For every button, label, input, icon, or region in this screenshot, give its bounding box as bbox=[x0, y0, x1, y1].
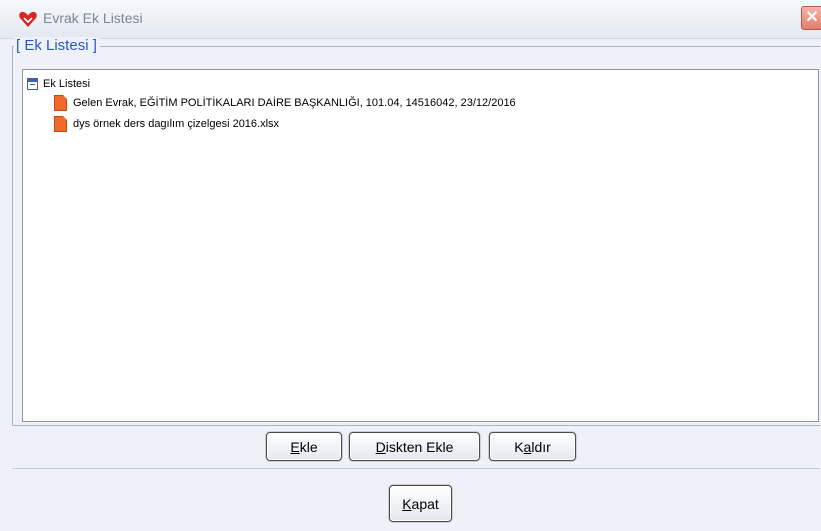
title-bar[interactable]: Evrak Ek Listesi ✕ bbox=[0, 0, 821, 39]
tree-item[interactable]: dys örnek ders dagılım çizelgesi 2016.xl… bbox=[54, 115, 279, 133]
tree-root-node[interactable]: Ek Listesi bbox=[27, 75, 90, 93]
add-button[interactable]: Ekle bbox=[266, 432, 342, 461]
add-from-disk-button[interactable]: Diskten Ekle bbox=[349, 432, 480, 461]
list-document-icon bbox=[27, 78, 38, 90]
tree-item-label: dys örnek ders dagılım çizelgesi 2016.xl… bbox=[73, 118, 280, 130]
close-mnemonic: K bbox=[402, 495, 412, 512]
file-icon bbox=[54, 95, 67, 111]
tree-item[interactable]: Gelen Evrak, EĞİTİM POLİTİKALARI DAİRE B… bbox=[54, 94, 516, 112]
tree-root-label: Ek Listesi bbox=[43, 78, 91, 90]
divider bbox=[12, 468, 820, 469]
add-from-disk-label-rest: iskten Ekle bbox=[385, 438, 454, 455]
group-legend: [ Ek Listesi ] bbox=[14, 37, 100, 54]
remove-label-rest: ldır bbox=[531, 438, 551, 455]
attachment-tree[interactable]: Ek Listesi Gelen Evrak, EĞİTİM POLİTİKAL… bbox=[22, 69, 819, 422]
add-label-rest: kle bbox=[299, 438, 318, 455]
ek-listesi-dialog: Evrak Ek Listesi ✕ [ Ek Listesi ] Ek Lis… bbox=[0, 0, 821, 531]
tree-item-label: Gelen Evrak, EĞİTİM POLİTİKALARI DAİRE B… bbox=[73, 97, 516, 109]
add-from-disk-mnemonic: D bbox=[375, 438, 386, 455]
close-label-rest: apat bbox=[411, 495, 439, 512]
remove-button[interactable]: Kaldır bbox=[489, 432, 576, 461]
window-title: Evrak Ek Listesi bbox=[43, 10, 143, 26]
close-window-button[interactable]: ✕ bbox=[801, 6, 821, 30]
app-logo-icon bbox=[19, 11, 37, 27]
remove-label-prefix: K bbox=[514, 438, 524, 455]
close-button[interactable]: Kapat bbox=[389, 485, 452, 522]
close-icon: ✕ bbox=[805, 9, 819, 26]
add-mnemonic: E bbox=[290, 438, 300, 455]
file-icon bbox=[54, 116, 67, 132]
